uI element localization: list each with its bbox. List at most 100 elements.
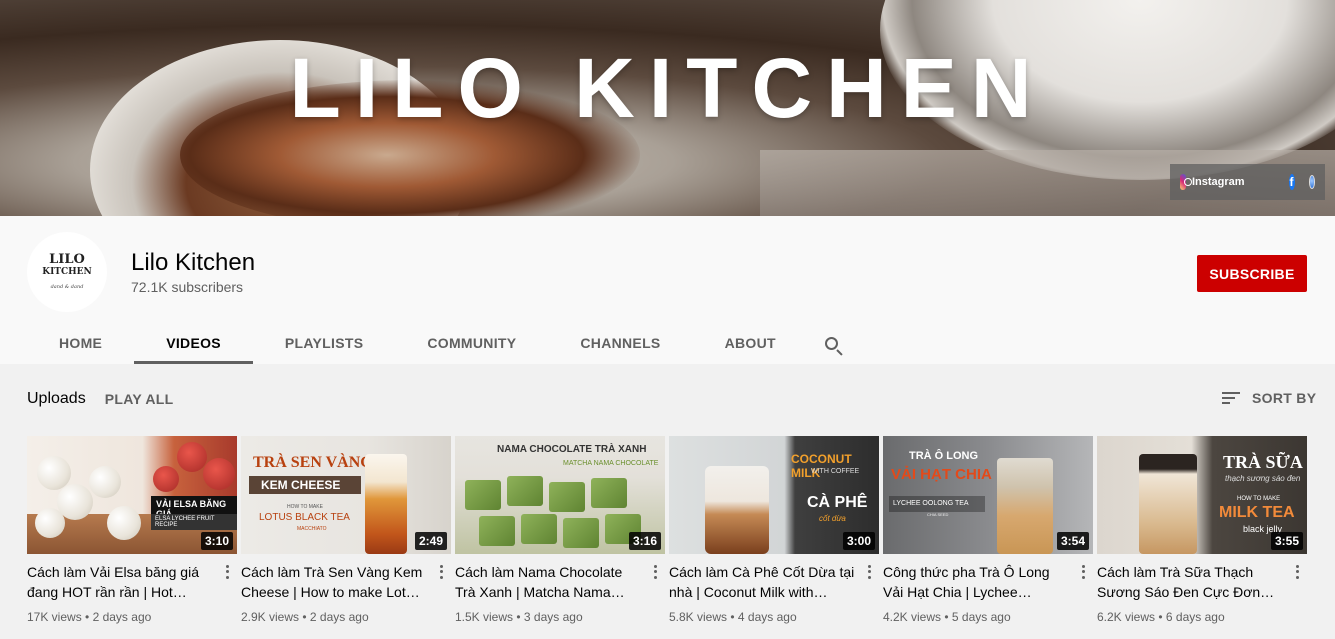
- banner-title: LILO KITCHEN: [289, 41, 1046, 135]
- channel-banner: LILO KITCHEN Instagram f: [0, 0, 1335, 216]
- view-count: 17K views: [27, 610, 82, 624]
- search-icon: [825, 336, 839, 350]
- thumbnail-caption: VẢI HẠT CHIA: [891, 466, 992, 483]
- sort-by-label: SORT BY: [1252, 390, 1317, 406]
- subscriber-count: 72.1K subscribers: [131, 279, 244, 295]
- avatar-text-line-2: KITCHEN: [42, 267, 92, 277]
- sort-by-button[interactable]: SORT BY: [1222, 390, 1316, 406]
- video-duration: 3:10: [200, 532, 233, 550]
- video-meta: 5.8K views • 4 days ago: [669, 610, 797, 624]
- more-actions-icon[interactable]: [1077, 564, 1089, 580]
- thumbnail-caption: HOW TO MAKE: [1237, 496, 1281, 502]
- video-thumbnail[interactable]: COCONUT MILK WITH COFFEE CÀ PHÊ cốt dừa …: [669, 436, 879, 554]
- video-thumbnail[interactable]: TRÀ SEN VÀNG KEM CHEESE HOW TO MAKE LOTU…: [241, 436, 451, 554]
- thumbnail-caption: WITH COFFEE: [811, 468, 860, 475]
- video-card[interactable]: TRÀ SEN VÀNG KEM CHEESE HOW TO MAKE LOTU…: [241, 436, 451, 624]
- thumbnail-caption: TRÀ SEN VÀNG: [253, 454, 373, 471]
- video-title[interactable]: Cách làm Trà Sen Vàng Kem Cheese | How t…: [241, 562, 427, 602]
- thumbnail-caption: thạch sương sáo đen: [1225, 474, 1301, 483]
- video-duration: 3:54: [1056, 532, 1089, 550]
- upload-age: 5 days ago: [951, 610, 1011, 624]
- channel-name: Lilo Kitchen: [131, 249, 256, 276]
- uploads-header: Uploads PLAY ALL: [27, 390, 174, 408]
- view-count: 1.5K views: [455, 610, 514, 624]
- video-thumbnail[interactable]: NAMA CHOCOLATE TRÀ XANH MATCHA NAMA CHOC…: [455, 436, 665, 554]
- thumbnail-caption: CÀ PHÊ: [807, 494, 868, 511]
- thumbnail-caption: CHIA SEED: [927, 512, 949, 517]
- thumbnail-caption: ELSA LYCHEE FRUIT RECIPE: [151, 514, 237, 530]
- avatar[interactable]: LILO KITCHEN dand & dand: [27, 232, 107, 312]
- video-title[interactable]: Công thức pha Trà Ô Long Vải Hạt Chia | …: [883, 562, 1069, 602]
- upload-age: 6 days ago: [1165, 610, 1225, 624]
- thumbnail-caption: COCONUT MILK: [791, 452, 852, 480]
- video-duration: 3:16: [628, 532, 661, 550]
- thumbnail-caption: MILK TEA: [1219, 504, 1295, 521]
- sort-icon: [1222, 392, 1240, 404]
- thumbnail-caption: MATCHA NAMA CHOCOLATE: [563, 460, 659, 467]
- video-card[interactable]: VẢI ELSA BĂNG GIÁ ELSA LYCHEE FRUIT RECI…: [27, 436, 237, 624]
- tab-channels[interactable]: CHANNELS: [548, 322, 692, 364]
- video-grid: VẢI ELSA BĂNG GIÁ ELSA LYCHEE FRUIT RECI…: [27, 436, 1307, 624]
- upload-age: 2 days ago: [92, 610, 152, 624]
- view-count: 5.8K views: [669, 610, 728, 624]
- video-card[interactable]: TRÀ Ô LONG VẢI HẠT CHIA LYCHEE OOLONG TE…: [883, 436, 1093, 624]
- more-actions-icon[interactable]: [863, 564, 875, 580]
- video-meta: 6.2K views • 6 days ago: [1097, 610, 1225, 624]
- thumbnail-caption: cốt dừa: [819, 514, 846, 523]
- thumbnail-caption: TRÀ Ô LONG: [909, 450, 979, 462]
- video-title[interactable]: Cách làm Vải Elsa băng giá đang HOT rần …: [27, 562, 213, 602]
- video-title[interactable]: Cách làm Cà Phê Cốt Dừa tại nhà | Coconu…: [669, 562, 855, 602]
- thumbnail-caption: HOW TO MAKE: [287, 504, 323, 510]
- uploads-title: Uploads: [27, 390, 86, 407]
- avatar-text-line-1: LILO: [49, 252, 85, 267]
- subscribe-button[interactable]: SUBSCRIBE: [1197, 255, 1307, 292]
- facebook-icon[interactable]: f: [1288, 174, 1295, 190]
- videos-section: Uploads PLAY ALL SORT BY VẢI ELSA BĂNG G…: [0, 364, 1335, 639]
- video-thumbnail[interactable]: TRÀ Ô LONG VẢI HẠT CHIA LYCHEE OOLONG TE…: [883, 436, 1093, 554]
- upload-age: 2 days ago: [309, 610, 369, 624]
- thumbnail-caption: LOTUS BLACK TEA: [259, 512, 350, 523]
- avatar-subtext: dand & dand: [50, 284, 84, 290]
- thumbnail-caption: LYCHEE OOLONG TEA: [893, 500, 969, 507]
- tab-about[interactable]: ABOUT: [693, 322, 808, 364]
- video-card[interactable]: COCONUT MILK WITH COFFEE CÀ PHÊ cốt dừa …: [669, 436, 879, 624]
- video-meta: 1.5K views • 3 days ago: [455, 610, 583, 624]
- channel-header: LILO KITCHEN dand & dand Lilo Kitchen 72…: [0, 216, 1335, 364]
- instagram-link[interactable]: Instagram: [1192, 176, 1245, 188]
- thumbnail-caption: MACCHIATO: [297, 526, 327, 532]
- video-thumbnail[interactable]: VẢI ELSA BĂNG GIÁ ELSA LYCHEE FRUIT RECI…: [27, 436, 237, 554]
- video-duration: 2:49: [414, 532, 447, 550]
- more-actions-icon[interactable]: [649, 564, 661, 580]
- thumbnail-caption: KEM CHEESE: [261, 478, 341, 492]
- video-card[interactable]: NAMA CHOCOLATE TRÀ XANH MATCHA NAMA CHOC…: [455, 436, 665, 624]
- tab-playlists[interactable]: PLAYLISTS: [253, 322, 395, 364]
- more-actions-icon[interactable]: [1291, 564, 1303, 580]
- instagram-icon[interactable]: [1180, 174, 1192, 190]
- video-thumbnail[interactable]: TRÀ SỮA thạch sương sáo đen HOW TO MAKE …: [1097, 436, 1307, 554]
- upload-age: 4 days ago: [737, 610, 797, 624]
- thumbnail-caption: NAMA CHOCOLATE TRÀ XANH: [497, 444, 647, 455]
- view-count: 2.9K views: [241, 610, 300, 624]
- website-globe-icon[interactable]: [1308, 175, 1315, 189]
- tab-home[interactable]: HOME: [27, 322, 134, 364]
- thumbnail-caption: TRÀ SỮA: [1223, 452, 1303, 472]
- channel-search-button[interactable]: [808, 322, 856, 364]
- more-actions-icon[interactable]: [435, 564, 447, 580]
- play-all-button[interactable]: PLAY ALL: [105, 391, 174, 407]
- video-meta: 4.2K views • 5 days ago: [883, 610, 1011, 624]
- video-duration: 3:55: [1270, 532, 1303, 550]
- video-title[interactable]: Cách làm Nama Chocolate Trà Xanh | Match…: [455, 562, 641, 602]
- view-count: 6.2K views: [1097, 610, 1156, 624]
- upload-age: 3 days ago: [523, 610, 583, 624]
- tab-videos[interactable]: VIDEOS: [134, 322, 253, 364]
- tab-community[interactable]: COMMUNITY: [395, 322, 548, 364]
- channel-tabs: HOME VIDEOS PLAYLISTS COMMUNITY CHANNELS…: [27, 322, 856, 364]
- video-duration: 3:00: [842, 532, 875, 550]
- more-actions-icon[interactable]: [221, 564, 233, 580]
- video-title[interactable]: Cách làm Trà Sữa Thạch Sương Sáo Đen Cực…: [1097, 562, 1283, 602]
- view-count: 4.2K views: [883, 610, 942, 624]
- video-meta: 17K views • 2 days ago: [27, 610, 152, 624]
- banner-links: Instagram f: [1170, 164, 1325, 200]
- video-card[interactable]: TRÀ SỮA thạch sương sáo đen HOW TO MAKE …: [1097, 436, 1307, 624]
- video-meta: 2.9K views • 2 days ago: [241, 610, 369, 624]
